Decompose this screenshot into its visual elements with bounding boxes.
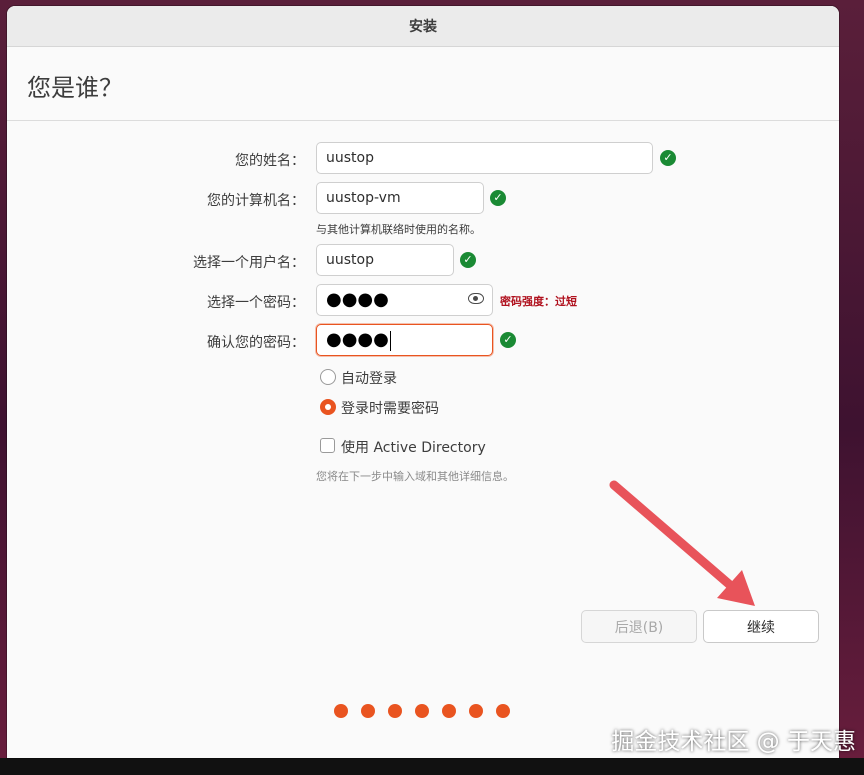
watermark-text: 掘金技术社区 @ 于天惠 bbox=[611, 729, 856, 755]
annotation-arrow bbox=[609, 480, 755, 606]
